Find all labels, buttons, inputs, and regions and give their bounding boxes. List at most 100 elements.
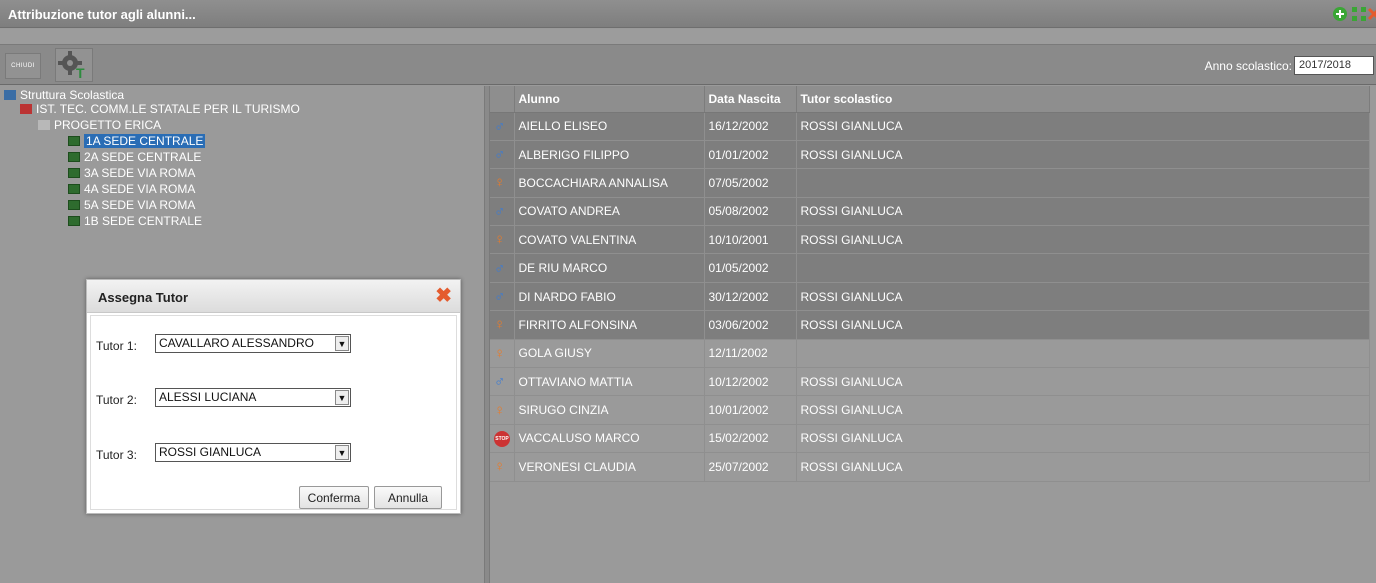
male-icon: ♂	[494, 117, 506, 135]
tree-class-2a[interactable]: 2A SEDE CENTRALE	[68, 150, 201, 164]
tutor-cell: ROSSI GIANLUCA	[796, 282, 1370, 312]
table-row[interactable]: ♂ AIELLO ELISEO 16/12/2002 ROSSI GIANLUCA	[490, 112, 1370, 141]
table-row[interactable]: ♀ FIRRITO ALFONSINA 03/06/2002 ROSSI GIANLU…	[490, 310, 1370, 340]
alunno-cell: BOCCACHIARA ANNALISA	[514, 168, 705, 198]
chiudi-button[interactable]: CHIUDI	[5, 53, 41, 79]
data-nascita-cell: 12/11/2002	[704, 339, 797, 369]
alunno-cell: ALBERIGO FILIPPO	[514, 140, 705, 170]
alunno-cell: DE RIU MARCO	[514, 253, 705, 283]
tutor3-select[interactable]: ROSSI GIANLUCA ▼	[155, 443, 351, 462]
tree-class-1b[interactable]: 1B SEDE CENTRALE	[68, 214, 202, 228]
tutor3-value: ROSSI GIANLUCA	[159, 445, 262, 459]
alunno-cell: GOLA GIUSY	[514, 339, 705, 369]
students-table: Alunno Data Nascita Tutor scolastico ♂ AI…	[490, 86, 1370, 482]
dialog-close-icon[interactable]: ✖	[435, 283, 452, 308]
tutor-cell	[796, 253, 1370, 283]
anno-scolastico-label: Anno scolastico:	[1204, 59, 1292, 73]
table-row[interactable]: STOP VACCALUSO MARCO 15/02/2002 ROSSI GIANL…	[490, 424, 1370, 454]
tutor2-value: ALESSI LUCIANA	[159, 390, 257, 404]
female-icon: ♀	[494, 231, 506, 249]
table-row[interactable]: ♂ DE RIU MARCO 01/05/2002	[490, 253, 1370, 283]
female-icon: ♀	[494, 458, 506, 476]
tree-class-3a[interactable]: 3A SEDE VIA ROMA	[68, 166, 195, 180]
conferma-button[interactable]: Conferma	[299, 486, 369, 509]
class-icon	[68, 200, 80, 210]
tutor1-select[interactable]: CAVALLARO ALESSANDRO ▼	[155, 334, 351, 353]
alunno-cell: DI NARDO FABIO	[514, 282, 705, 312]
toolbar: CHIUDI T Anno scolastico: 2017/2018	[0, 44, 1376, 85]
table-header-row: Alunno Data Nascita Tutor scolastico	[490, 86, 1370, 113]
column-tutor[interactable]: Tutor scolastico	[796, 86, 1370, 113]
class-icon	[68, 136, 80, 146]
close-icon[interactable]	[1366, 6, 1376, 22]
tree-class-5a[interactable]: 5A SEDE VIA ROMA	[68, 198, 195, 212]
anno-scolastico-spinner[interactable]: 2017/2018	[1294, 56, 1374, 75]
tutor-cell	[796, 339, 1370, 369]
table-row[interactable]: ♀ BOCCACHIARA ANNALISA 07/05/2002	[490, 168, 1370, 198]
gender-cell: ♂	[490, 282, 515, 312]
tutor-cell: ROSSI GIANLUCA	[796, 452, 1370, 482]
expand-icon[interactable]	[1351, 6, 1367, 22]
female-icon: ♀	[494, 316, 506, 334]
table-row[interactable]: ♀ GOLA GIUSY 12/11/2002	[490, 339, 1370, 369]
anno-scolastico-value: 2017/2018	[1299, 59, 1351, 71]
gender-cell: ♀	[490, 225, 515, 255]
tutor1-label: Tutor 1:	[96, 339, 137, 353]
alunno-cell: COVATO VALENTINA	[514, 225, 705, 255]
chevron-down-icon[interactable]: ▼	[335, 445, 349, 460]
alunno-cell: OTTAVIANO MATTIA	[514, 367, 705, 397]
column-alunno[interactable]: Alunno	[514, 86, 705, 113]
table-body: ♂ AIELLO ELISEO 16/12/2002 ROSSI GIANLUCA ♂ A…	[490, 112, 1370, 482]
data-nascita-cell: 15/02/2002	[704, 424, 797, 454]
class-icon	[68, 184, 80, 194]
tree-class-4a[interactable]: 4A SEDE VIA ROMA	[68, 182, 195, 196]
alunno-cell: SIRUGO CINZIA	[514, 395, 705, 425]
annulla-button[interactable]: Annulla	[374, 486, 442, 509]
alunno-cell: VERONESI CLAUDIA	[514, 452, 705, 482]
table-row[interactable]: ♂ ALBERIGO FILIPPO 01/01/2002 ROSSI GIANLUC…	[490, 140, 1370, 170]
table-row[interactable]: ♂ DI NARDO FABIO 30/12/2002 ROSSI GIANLUCA	[490, 282, 1370, 312]
tutor3-label: Tutor 3:	[96, 448, 137, 462]
tutor2-label: Tutor 2:	[96, 393, 137, 407]
male-icon: ♂	[494, 288, 506, 306]
stop-icon: STOP	[494, 431, 510, 448]
dialog-header: Assegna Tutor ✖	[87, 280, 460, 313]
tree-project[interactable]: PROGETTO ERICA	[38, 118, 161, 132]
toolbar-spacer	[0, 29, 1376, 44]
tutor-cell	[796, 168, 1370, 198]
tutor-cell: ROSSI GIANLUCA	[796, 140, 1370, 170]
window-title: Attribuzione tutor agli alunni...	[8, 7, 196, 22]
data-nascita-cell: 10/10/2001	[704, 225, 797, 255]
table-row[interactable]: ♂ OTTAVIANO MATTIA 10/12/2002 ROSSI GIANLUC…	[490, 367, 1370, 397]
female-icon: ♀	[494, 174, 506, 192]
tree-class-1a[interactable]: 1A SEDE CENTRALE	[68, 134, 206, 148]
tree-root[interactable]: Struttura Scolastica	[4, 88, 124, 102]
table-row[interactable]: ♀ SIRUGO CINZIA 10/01/2002 ROSSI GIANLUCA	[490, 395, 1370, 425]
alunno-cell: AIELLO ELISEO	[514, 112, 705, 141]
data-nascita-cell: 03/06/2002	[704, 310, 797, 340]
chevron-down-icon[interactable]: ▼	[335, 336, 349, 351]
female-icon: ♀	[494, 344, 506, 362]
tutor1-value: CAVALLARO ALESSANDRO	[159, 336, 314, 350]
male-icon: ♂	[494, 202, 506, 220]
table-row[interactable]: ♂ COVATO ANDREA 05/08/2002 ROSSI GIANLUCA	[490, 197, 1370, 227]
tree-school[interactable]: IST. TEC. COMM.LE STATALE PER IL TURISMO	[20, 102, 300, 116]
table-row[interactable]: ♀ VERONESI CLAUDIA 25/07/2002 ROSSI GIANLUC…	[490, 452, 1370, 482]
window-titlebar: Attribuzione tutor agli alunni...	[0, 0, 1376, 28]
column-data-nascita[interactable]: Data Nascita	[704, 86, 797, 113]
column-gender	[490, 86, 515, 113]
tutor2-select[interactable]: ALESSI LUCIANA ▼	[155, 388, 351, 407]
tutor-button[interactable]: T	[55, 48, 93, 82]
table-row[interactable]: ♀ COVATO VALENTINA 10/10/2001 ROSSI GIANLUC…	[490, 225, 1370, 255]
students-grid-panel: Alunno Data Nascita Tutor scolastico ♂ AI…	[490, 86, 1376, 583]
chevron-down-icon[interactable]: ▼	[335, 390, 349, 405]
male-icon: ♂	[494, 259, 506, 277]
gender-cell: ♂	[490, 253, 515, 283]
gender-cell: ♂	[490, 140, 515, 170]
gender-cell: ♀	[490, 168, 515, 198]
tutor-cell: ROSSI GIANLUCA	[796, 367, 1370, 397]
data-nascita-cell: 01/01/2002	[704, 140, 797, 170]
tutor-cell: ROSSI GIANLUCA	[796, 225, 1370, 255]
svg-text:T: T	[76, 65, 85, 81]
plus-icon[interactable]	[1332, 6, 1348, 22]
